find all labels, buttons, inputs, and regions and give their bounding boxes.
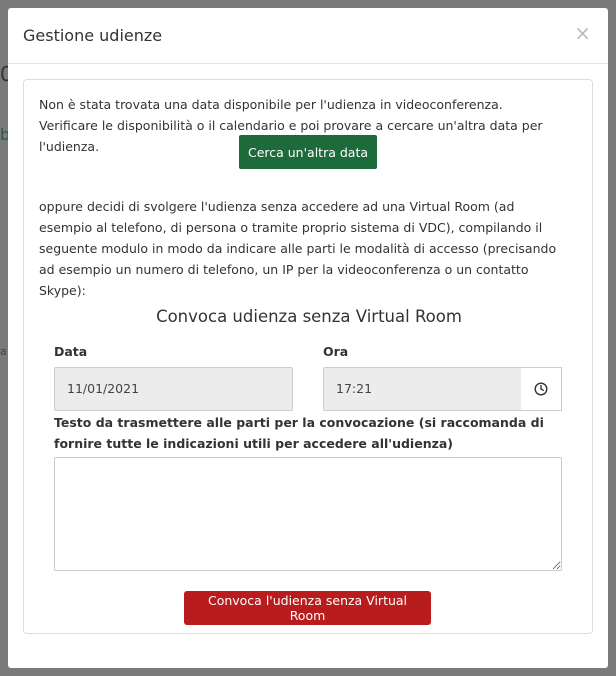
time-picker-button[interactable] <box>521 367 562 411</box>
modal-header: Gestione udienze × <box>8 8 608 64</box>
content-panel: Non è stata trovata una data disponibile… <box>23 79 593 634</box>
convocation-text-label: Testo da trasmettere alle parti per la c… <box>54 415 544 451</box>
search-another-date-button[interactable]: Cerca un'altra data <box>239 135 377 169</box>
alternative-message: oppure decidi di svolgere l'udienza senz… <box>39 199 557 298</box>
convocation-text-input[interactable] <box>54 457 562 571</box>
hearing-management-modal: Gestione udienze × Non è stata trovata u… <box>8 8 608 668</box>
time-label: Ora <box>323 344 349 359</box>
modal-title: Gestione udienze <box>23 26 163 45</box>
background-fragment-low: a <box>0 345 7 358</box>
date-field[interactable]: 11/01/2021 <box>54 367 293 411</box>
clock-icon <box>534 382 548 396</box>
date-label: Data <box>54 344 88 359</box>
time-field[interactable]: 17:21 <box>323 367 522 411</box>
section-title: Convoca udienza senza Virtual Room <box>156 307 462 326</box>
convene-without-virtual-room-button[interactable]: Convoca l'udienza senza Virtual Room <box>184 591 431 625</box>
close-icon[interactable]: × <box>574 21 591 45</box>
